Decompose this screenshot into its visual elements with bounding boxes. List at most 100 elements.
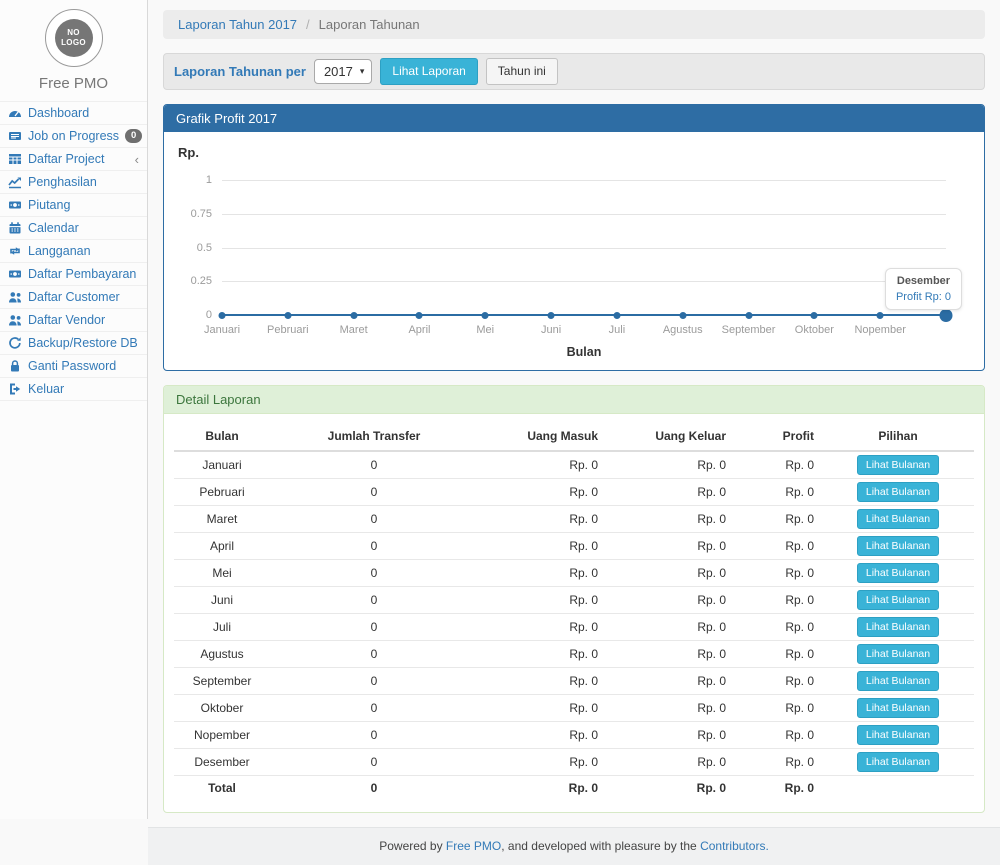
year-select-value: 2017	[324, 64, 353, 79]
sidebar-item-piutang[interactable]: Piutang	[0, 193, 147, 216]
x-tick-label: April	[408, 324, 430, 336]
sidebar-item-daftar-customer[interactable]: Daftar Customer	[0, 285, 147, 308]
sidebar-item-label: Ganti Password	[28, 359, 116, 373]
data-point[interactable]	[548, 312, 555, 319]
sidebar-item-calendar[interactable]: Calendar	[0, 216, 147, 239]
year-select[interactable]: 2017 ▾	[314, 59, 372, 84]
report-cell: Rp. 0	[606, 614, 734, 641]
report-cell: Rp. 0	[606, 479, 734, 506]
lihat-bulanan-button[interactable]: Lihat Bulanan	[857, 482, 939, 502]
users-icon	[8, 290, 22, 304]
report-cell: 0	[270, 668, 478, 695]
report-row: Mei0Rp. 0Rp. 0Rp. 0Lihat Bulanan	[174, 560, 974, 587]
breadcrumb-link[interactable]: Laporan Tahun 2017	[178, 17, 297, 32]
chart-gridline	[222, 281, 946, 282]
sidebar-item-backup-restore-db[interactable]: Backup/Restore DB	[0, 331, 147, 354]
y-tick-label: 0.5	[164, 242, 212, 254]
data-point[interactable]	[679, 312, 686, 319]
sidebar-item-job-on-progress[interactable]: Job on Progress0	[0, 124, 147, 147]
tooltip-title: Desember	[896, 275, 951, 287]
lihat-bulanan-button[interactable]: Lihat Bulanan	[857, 590, 939, 610]
sidebar-item-label: Daftar Customer	[28, 290, 120, 304]
lihat-bulanan-button[interactable]: Lihat Bulanan	[857, 563, 939, 583]
data-point[interactable]	[811, 312, 818, 319]
report-cell: 0	[270, 614, 478, 641]
data-point[interactable]	[482, 312, 489, 319]
lihat-bulanan-button[interactable]: Lihat Bulanan	[857, 536, 939, 556]
data-point[interactable]	[284, 312, 291, 319]
lihat-bulanan-button[interactable]: Lihat Bulanan	[857, 698, 939, 718]
column-header: Jumlah Transfer	[270, 422, 478, 451]
sidebar-item-keluar[interactable]: Keluar	[0, 377, 147, 401]
money-icon	[8, 267, 22, 281]
users-icon	[8, 313, 22, 327]
lihat-bulanan-button[interactable]: Lihat Bulanan	[857, 752, 939, 772]
y-tick-label: 0	[164, 309, 212, 321]
filter-label: Laporan Tahunan per	[174, 64, 306, 79]
sidebar-item-dashboard[interactable]: Dashboard	[0, 101, 147, 124]
chart-gridline	[222, 180, 946, 181]
report-cell: April	[174, 533, 270, 560]
contributors-link[interactable]: Contributors.	[700, 839, 769, 853]
report-cell: Rp. 0	[734, 722, 822, 749]
sidebar-item-label: Daftar Vendor	[28, 313, 105, 327]
current-year-button[interactable]: Tahun ini	[486, 58, 558, 84]
lihat-bulanan-button[interactable]: Lihat Bulanan	[857, 455, 939, 475]
report-cell: Agustus	[174, 641, 270, 668]
report-cell: Desember	[174, 749, 270, 776]
free-pmo-link[interactable]: Free PMO	[446, 839, 501, 853]
x-tick-label: Nopember	[854, 324, 905, 336]
total-cell: Total	[174, 776, 270, 800]
column-header: Uang Keluar	[606, 422, 734, 451]
data-point[interactable]	[350, 312, 357, 319]
breadcrumb: Laporan Tahun 2017 / Laporan Tahunan	[163, 10, 985, 39]
report-panel: Detail Laporan BulanJumlah TransferUang …	[163, 385, 985, 813]
count-badge: 0	[125, 129, 142, 143]
report-row: Maret0Rp. 0Rp. 0Rp. 0Lihat Bulanan	[174, 506, 974, 533]
sidebar-item-ganti-password[interactable]: Ganti Password	[0, 354, 147, 377]
chart-tooltip: Desember Profit Rp: 0	[885, 268, 962, 310]
data-point[interactable]	[613, 312, 620, 319]
sidebar-item-daftar-vendor[interactable]: Daftar Vendor	[0, 308, 147, 331]
report-cell: Rp. 0	[734, 533, 822, 560]
data-point[interactable]	[745, 312, 752, 319]
report-cell: Rp. 0	[606, 749, 734, 776]
lihat-bulanan-button[interactable]: Lihat Bulanan	[857, 671, 939, 691]
chevron-left-icon: ‹	[135, 153, 139, 166]
sidebar-item-daftar-project[interactable]: Daftar Project‹	[0, 147, 147, 170]
lihat-bulanan-button[interactable]: Lihat Bulanan	[857, 617, 939, 637]
view-report-button[interactable]: Lihat Laporan	[380, 58, 477, 84]
footer-text-prefix: Powered by	[379, 839, 446, 853]
column-header: Uang Masuk	[478, 422, 606, 451]
report-cell: Rp. 0	[478, 479, 606, 506]
report-row: Desember0Rp. 0Rp. 0Rp. 0Lihat Bulanan	[174, 749, 974, 776]
report-cell: Rp. 0	[478, 695, 606, 722]
report-cell: 0	[270, 560, 478, 587]
data-point[interactable]	[219, 312, 226, 319]
total-row: Total0Rp. 0Rp. 0Rp. 0	[174, 776, 974, 800]
sidebar-item-label: Backup/Restore DB	[28, 336, 138, 350]
column-header: Bulan	[174, 422, 270, 451]
sidebar-item-langganan[interactable]: Langganan	[0, 239, 147, 262]
brand-name: Free PMO	[0, 67, 147, 101]
data-point[interactable]	[877, 312, 884, 319]
footer-text-middle: , and developed with pleasure by the	[501, 839, 700, 853]
chart-gridline	[222, 248, 946, 249]
data-point-highlighted[interactable]	[940, 309, 953, 322]
lihat-bulanan-button[interactable]: Lihat Bulanan	[857, 644, 939, 664]
total-cell: Rp. 0	[478, 776, 606, 800]
app-window: NO LOGO Free PMO DashboardJob on Progres…	[0, 0, 1000, 819]
report-cell: Nopember	[174, 722, 270, 749]
report-cell: 0	[270, 722, 478, 749]
report-cell: 0	[270, 479, 478, 506]
logo-text-line1: NO	[67, 28, 80, 38]
sidebar-item-penghasilan[interactable]: Penghasilan	[0, 170, 147, 193]
lihat-bulanan-button[interactable]: Lihat Bulanan	[857, 725, 939, 745]
lihat-bulanan-button[interactable]: Lihat Bulanan	[857, 509, 939, 529]
data-point[interactable]	[416, 312, 423, 319]
sidebar-item-daftar-pembayaran[interactable]: Daftar Pembayaran	[0, 262, 147, 285]
report-cell: September	[174, 668, 270, 695]
calendar-icon	[8, 221, 22, 235]
sidebar-item-label: Keluar	[28, 382, 64, 396]
report-cell: Rp. 0	[734, 479, 822, 506]
